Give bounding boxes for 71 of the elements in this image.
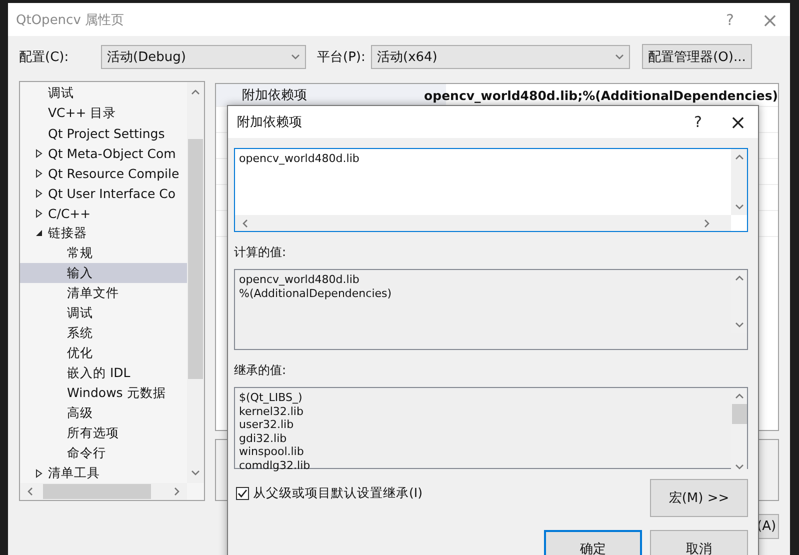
config-dropdown[interactable]: 活动(Debug)	[101, 44, 306, 68]
tree-item[interactable]: 高级	[20, 403, 187, 423]
checkbox[interactable]	[236, 487, 249, 500]
window-title: QtOpencv 属性页	[16, 12, 126, 28]
scroll-right-icon[interactable]	[172, 487, 181, 496]
scroll-down-icon[interactable]	[734, 462, 744, 471]
checkbox-label[interactable]: 从父级或项目默认设置继承(I)	[253, 485, 422, 502]
computed-values-label: 计算的值:	[234, 244, 288, 261]
property-value[interactable]: opencv_world480d.lib;%(AdditionalDependencies)	[424, 88, 778, 102]
tree-item[interactable]: 常规	[20, 243, 187, 263]
scroll-right-icon[interactable]	[702, 218, 711, 228]
text-line: user32.lib	[239, 418, 295, 432]
scroll-up-icon[interactable]	[191, 88, 200, 97]
text-line: comdlg32.lib	[239, 458, 312, 472]
tree-item[interactable]: Qt Resource Compile	[20, 163, 187, 183]
tree-item[interactable]: 输入	[20, 263, 187, 283]
collapsed-triangle-icon[interactable]	[35, 208, 43, 218]
scroll-up-icon[interactable]	[734, 274, 744, 283]
config-manager-button[interactable]: 配置管理器(O)...	[642, 44, 752, 69]
ok-button[interactable]: 确定	[544, 530, 642, 555]
scroll-left-icon[interactable]	[241, 218, 250, 228]
config-label: 配置(C):	[18, 48, 70, 66]
tree-item[interactable]: 调试	[20, 303, 187, 323]
text-line: $(Qt_LIBS_)	[239, 391, 304, 404]
tree-item[interactable]: Qt Project Settings	[20, 123, 187, 143]
platform-label: 平台(P):	[316, 48, 366, 66]
macros-button[interactable]: 宏(M) >>	[650, 479, 748, 517]
scroll-down-icon[interactable]	[191, 468, 200, 477]
close-button[interactable]: ×	[718, 110, 758, 134]
tree-item[interactable]: 调试	[20, 83, 187, 103]
text-line: opencv_world480d.lib	[239, 273, 360, 286]
text-line: winspool.lib	[239, 445, 305, 458]
expanded-triangle-icon[interactable]	[35, 228, 43, 238]
inherited-values-label: 继承的值:	[234, 362, 288, 379]
tree-item[interactable]: 所有选项	[20, 423, 187, 443]
tree-item[interactable]: 清单文件	[20, 283, 187, 303]
scroll-left-icon[interactable]	[26, 487, 35, 496]
close-button[interactable]: ×	[750, 8, 790, 32]
collapsed-triangle-icon[interactable]	[35, 468, 43, 478]
tree-item[interactable]: Qt Meta-Object Com	[20, 143, 187, 163]
tree-item[interactable]: 优化	[20, 343, 187, 363]
scroll-down-icon[interactable]	[734, 202, 744, 211]
text-line: opencv_world480d.lib	[239, 152, 360, 166]
tree-item[interactable]: 嵌入的 IDL	[20, 363, 187, 383]
scrollbar[interactable]	[20, 483, 187, 500]
help-button[interactable]: ?	[678, 113, 718, 131]
collapsed-triangle-icon[interactable]	[35, 148, 43, 158]
scroll-down-icon[interactable]	[734, 320, 744, 329]
collapsed-triangle-icon[interactable]	[35, 188, 43, 198]
tree-item[interactable]: VC++ 目录	[20, 103, 187, 123]
tree-item[interactable]: C/C++	[20, 203, 187, 223]
text-line: %(AdditionalDependencies)	[239, 286, 393, 300]
help-button[interactable]: ?	[710, 10, 750, 28]
text-line: kernel32.lib	[239, 404, 304, 418]
scrollbar-thumb[interactable]	[732, 404, 746, 424]
scroll-up-icon[interactable]	[734, 392, 744, 401]
dependencies-text-area[interactable]: opencv_world480d.lib	[234, 148, 748, 232]
text-line: gdi32.lib	[239, 432, 288, 445]
collapsed-triangle-icon[interactable]	[35, 168, 43, 178]
scrollbar[interactable]	[187, 82, 204, 483]
tree-item[interactable]: 命令行	[20, 443, 187, 463]
dialog-title: 附加依赖项	[237, 114, 303, 131]
scroll-up-icon[interactable]	[734, 153, 744, 162]
tree-item[interactable]: 链接器	[20, 223, 187, 243]
cancel-button[interactable]: 取消	[650, 530, 748, 555]
tree-item[interactable]: Windows 元数据	[20, 383, 187, 403]
property-name: 附加依赖项	[241, 87, 308, 104]
tree-item[interactable]: Qt User Interface Co	[20, 183, 187, 203]
platform-dropdown[interactable]: 活动(x64)	[371, 44, 630, 68]
tree-item[interactable]: 清单工具	[20, 463, 187, 483]
tree-item[interactable]: 系统	[20, 323, 187, 343]
